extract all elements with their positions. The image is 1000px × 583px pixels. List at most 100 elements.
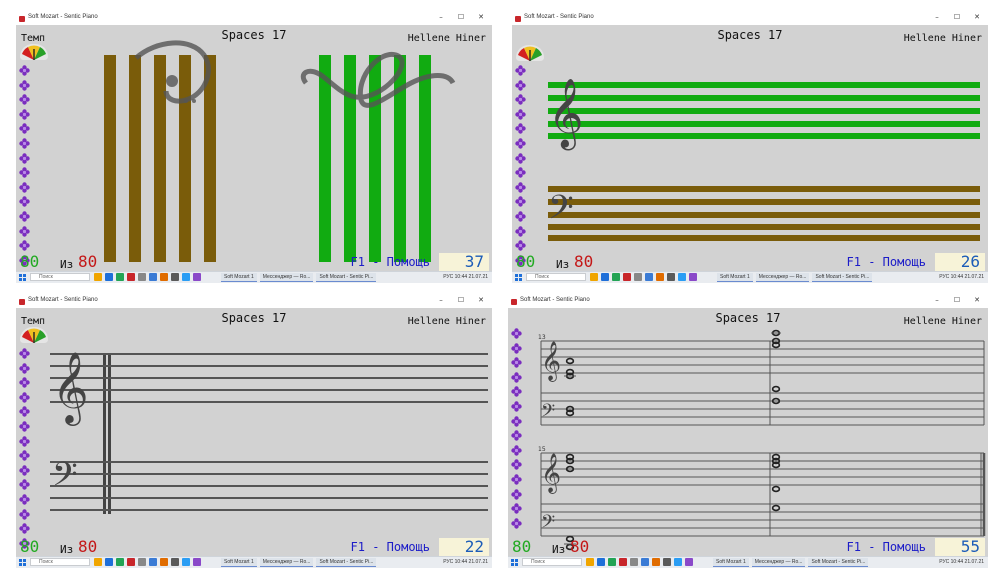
taskbar-app-icon[interactable] (674, 558, 682, 566)
of-value: 80 (78, 537, 98, 556)
taskbar-window[interactable]: Мессенджер — Ro... (751, 558, 806, 567)
close-button[interactable]: ✕ (476, 13, 486, 21)
panel-grand-staff: Soft Mozart - Sentic Piano – ☐ ✕ Spaces … (16, 296, 492, 568)
app-icon (19, 299, 25, 305)
staves-canvas: 𝄞 𝄢 (548, 78, 980, 241)
system-1 (540, 340, 985, 426)
taskbar-app-icon[interactable] (601, 273, 609, 281)
brown-line (548, 235, 980, 241)
taskbar-app-icon[interactable] (149, 558, 157, 566)
taskbar-window[interactable]: Мессенджер — Ro... (259, 558, 314, 567)
help-hint[interactable]: F1 - Помощь (847, 540, 926, 554)
note-counter: 37 (439, 253, 489, 271)
taskbar-app-icon[interactable] (182, 273, 190, 281)
taskbar-search[interactable]: Поиск (526, 273, 586, 281)
taskbar: Поиск Soft Mozart 1 Мессенджер — Ro... S… (508, 556, 988, 568)
taskbar-app-icon[interactable] (160, 273, 168, 281)
taskbar-app-icon[interactable] (689, 273, 697, 281)
close-button[interactable]: ✕ (972, 296, 982, 304)
windows-start-icon[interactable] (19, 559, 26, 566)
taskbar-app-icon[interactable] (597, 558, 605, 566)
app-icon (511, 299, 517, 305)
windows-start-icon[interactable] (515, 274, 522, 281)
taskbar-app-icon[interactable] (116, 273, 124, 281)
taskbar-apps (94, 273, 201, 281)
taskbar-app-icon[interactable] (94, 558, 102, 566)
taskbar-app-icon[interactable] (160, 558, 168, 566)
windows-start-icon[interactable] (511, 559, 518, 566)
maximize-button[interactable]: ☐ (952, 296, 962, 304)
taskbar-app-icon[interactable] (641, 558, 649, 566)
app-canvas: Spaces 17 Hellene Hiner (512, 25, 988, 272)
maximize-button[interactable]: ☐ (952, 13, 962, 21)
taskbar-window[interactable]: Soft Mozart 1 (713, 558, 749, 567)
taskbar-app-icon[interactable] (586, 558, 594, 566)
green-line (548, 133, 980, 139)
taskbar-window[interactable]: Мессенджер — Ro... (755, 273, 810, 282)
minimize-button[interactable]: – (436, 296, 446, 304)
taskbar-window[interactable]: Soft Mozart 1 (221, 558, 257, 567)
taskbar-window[interactable]: Мессенджер — Ro... (259, 273, 314, 282)
taskbar-app-icon[interactable] (127, 273, 135, 281)
taskbar-app-icon[interactable] (182, 558, 190, 566)
taskbar-search[interactable]: Поиск (522, 558, 582, 566)
bass-clef-icon: 𝄢 (541, 401, 555, 426)
minimize-button[interactable]: – (932, 296, 942, 304)
treble-clef-icon: 𝄞 (541, 341, 561, 382)
close-button[interactable]: ✕ (972, 13, 982, 21)
taskbar-app-icon[interactable] (634, 273, 642, 281)
taskbar-app-icon[interactable] (116, 558, 124, 566)
taskbar-app-icon[interactable] (171, 558, 179, 566)
taskbar-app-icon[interactable] (138, 273, 146, 281)
taskbar-window[interactable]: Soft Mozart - Sentic Pi... (316, 273, 377, 282)
taskbar-app-icon[interactable] (608, 558, 616, 566)
taskbar-app-icon[interactable] (623, 273, 631, 281)
taskbar-app-icon[interactable] (105, 558, 113, 566)
taskbar-app-icon[interactable] (619, 558, 627, 566)
taskbar-window[interactable]: Soft Mozart 1 (717, 273, 753, 282)
bars-canvas (104, 40, 456, 262)
maximize-button[interactable]: ☐ (456, 13, 466, 21)
taskbar-app-icon[interactable] (663, 558, 671, 566)
taskbar-app-icon[interactable] (667, 273, 675, 281)
brown-bar (154, 55, 166, 262)
measure-number: 15 (538, 446, 546, 453)
brown-bars (104, 55, 216, 262)
maximize-button[interactable]: ☐ (456, 296, 466, 304)
taskbar-search[interactable]: Поиск (30, 558, 90, 566)
taskbar-app-icon[interactable] (652, 558, 660, 566)
bass-clef-icon: 𝄢 (548, 189, 574, 235)
taskbar-window[interactable]: Soft Mozart - Sentic Pi... (808, 558, 869, 567)
taskbar-app-icon[interactable] (105, 273, 113, 281)
taskbar-window[interactable]: Soft Mozart - Sentic Pi... (812, 273, 873, 282)
taskbar-app-icon[interactable] (193, 273, 201, 281)
close-button[interactable]: ✕ (476, 296, 486, 304)
windows-start-icon[interactable] (19, 274, 26, 281)
taskbar-app-icon[interactable] (94, 273, 102, 281)
taskbar-app-icon[interactable] (127, 558, 135, 566)
window-title: Soft Mozart - Sentic Piano (524, 14, 594, 20)
taskbar-app-icon[interactable] (149, 273, 157, 281)
treble-clef-icon: 𝄞 (541, 453, 561, 494)
taskbar-window[interactable]: Soft Mozart - Sentic Pi... (316, 558, 377, 567)
tempo-value: 80 (20, 537, 40, 556)
taskbar-window[interactable]: Soft Mozart 1 (221, 273, 257, 282)
taskbar-app-icon[interactable] (138, 558, 146, 566)
taskbar-app-icon[interactable] (685, 558, 693, 566)
taskbar-app-icon[interactable] (612, 273, 620, 281)
score-canvas: 𝄞 𝄢 𝄞 𝄢 13 15 (538, 329, 986, 551)
taskbar-app-icon[interactable] (630, 558, 638, 566)
taskbar-app-icon[interactable] (645, 273, 653, 281)
help-hint[interactable]: F1 - Помощь (351, 255, 430, 269)
taskbar-app-icon[interactable] (171, 273, 179, 281)
treble-clef-icon: 𝄞 (548, 78, 583, 150)
help-hint[interactable]: F1 - Помощь (351, 540, 430, 554)
taskbar-app-icon[interactable] (656, 273, 664, 281)
minimize-button[interactable]: – (932, 13, 942, 21)
taskbar-app-icon[interactable] (590, 273, 598, 281)
taskbar-app-icon[interactable] (193, 558, 201, 566)
taskbar-search[interactable]: Поиск (30, 273, 90, 281)
taskbar-app-icon[interactable] (678, 273, 686, 281)
help-hint[interactable]: F1 - Помощь (847, 255, 926, 269)
minimize-button[interactable]: – (436, 13, 446, 21)
